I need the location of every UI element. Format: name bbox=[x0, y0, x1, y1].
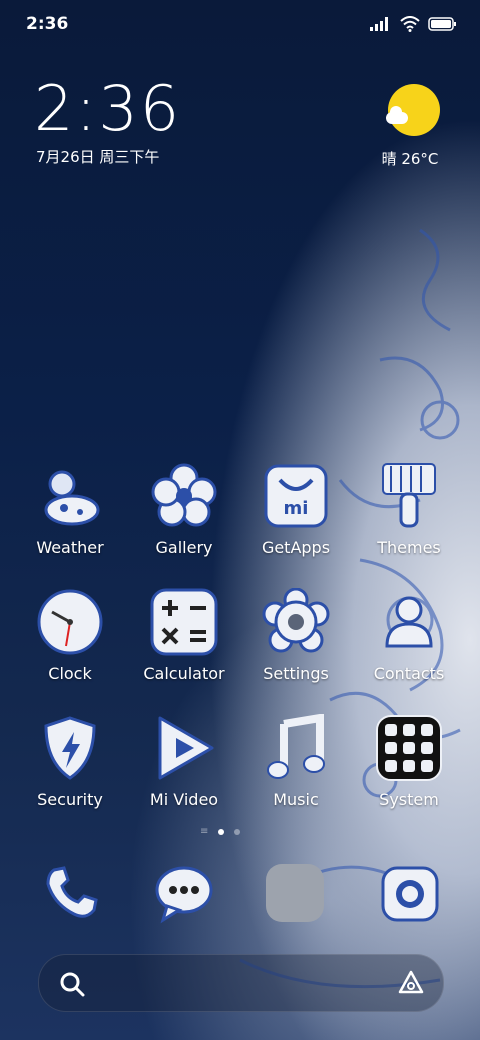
app-label-gallery: Gallery bbox=[155, 538, 213, 557]
music-note-icon bbox=[262, 713, 330, 782]
app-mi-video[interactable]: Mi Video bbox=[129, 714, 239, 809]
app-weather[interactable]: Weather bbox=[15, 462, 125, 557]
search-bar[interactable] bbox=[38, 954, 444, 1012]
calculator-app-icon bbox=[150, 588, 218, 656]
gear-icon bbox=[262, 587, 330, 656]
app-label-settings: Settings bbox=[263, 664, 329, 683]
page-dot bbox=[234, 829, 240, 835]
status-icons bbox=[370, 16, 456, 32]
page-indicator-menu-icon: ≡ bbox=[200, 826, 209, 837]
app-label-mi-video: Mi Video bbox=[149, 790, 219, 809]
play-icon bbox=[150, 714, 218, 782]
app-music[interactable]: Music bbox=[241, 713, 351, 809]
phone-icon bbox=[46, 866, 98, 918]
app-label-contacts: Contacts bbox=[373, 664, 445, 683]
app-label-getapps: GetApps bbox=[261, 538, 331, 557]
app-gallery[interactable]: Gallery bbox=[129, 462, 239, 557]
themes-brush-icon bbox=[375, 462, 443, 530]
app-clock[interactable]: Clock bbox=[15, 588, 125, 683]
clock-widget-date[interactable]: 7月26日 周三下午 bbox=[36, 146, 159, 167]
blank-app-icon bbox=[266, 864, 324, 922]
dock-phone[interactable] bbox=[40, 862, 102, 924]
app-getapps[interactable]: mi GetApps bbox=[241, 462, 351, 557]
messages-icon bbox=[155, 866, 213, 924]
weather-widget[interactable]: 晴 26°C bbox=[382, 84, 444, 169]
app-themes[interactable]: Themes bbox=[354, 462, 464, 557]
dock-blank-app[interactable] bbox=[266, 864, 328, 926]
app-system-folder[interactable]: System bbox=[354, 714, 464, 809]
assistant-icon[interactable] bbox=[397, 969, 425, 997]
app-security[interactable]: Security bbox=[15, 714, 125, 809]
status-time: 2:36 bbox=[26, 14, 69, 34]
gallery-app-icon bbox=[150, 462, 218, 530]
app-label-weather: Weather bbox=[36, 538, 104, 557]
folder-icon bbox=[375, 714, 443, 782]
clock-app-icon bbox=[36, 588, 104, 656]
weather-widget-text: 晴 26°C bbox=[381, 150, 439, 168]
shield-icon bbox=[36, 714, 104, 782]
dock-camera[interactable] bbox=[379, 862, 441, 924]
app-label-clock: Clock bbox=[48, 664, 92, 683]
status-bar: 2:36 bbox=[0, 0, 480, 50]
camera-icon bbox=[381, 866, 439, 922]
sunny-weather-icon bbox=[386, 84, 440, 136]
app-label-calculator: Calculator bbox=[143, 664, 225, 683]
app-label-themes: Themes bbox=[377, 538, 441, 557]
app-settings[interactable]: Settings bbox=[241, 587, 351, 683]
page-indicator[interactable]: ≡ bbox=[200, 826, 240, 837]
search-icon[interactable] bbox=[59, 971, 85, 997]
wifi-icon bbox=[400, 16, 420, 32]
app-calculator[interactable]: Calculator bbox=[129, 588, 239, 683]
app-label-music: Music bbox=[273, 790, 319, 809]
page-dot-active bbox=[218, 829, 224, 835]
weather-app-icon bbox=[36, 462, 104, 530]
app-contacts[interactable]: Contacts bbox=[354, 588, 464, 683]
battery-icon bbox=[428, 17, 456, 31]
contacts-app-icon bbox=[375, 588, 443, 656]
signal-icon bbox=[370, 17, 388, 31]
clock-widget-time[interactable]: 2:36 bbox=[34, 72, 181, 145]
svg-text:mi: mi bbox=[284, 498, 309, 519]
getapps-app-icon: mi bbox=[262, 462, 330, 530]
dock-messages[interactable] bbox=[153, 862, 215, 924]
app-label-security: Security bbox=[37, 790, 103, 809]
app-label-system: System bbox=[379, 790, 439, 809]
